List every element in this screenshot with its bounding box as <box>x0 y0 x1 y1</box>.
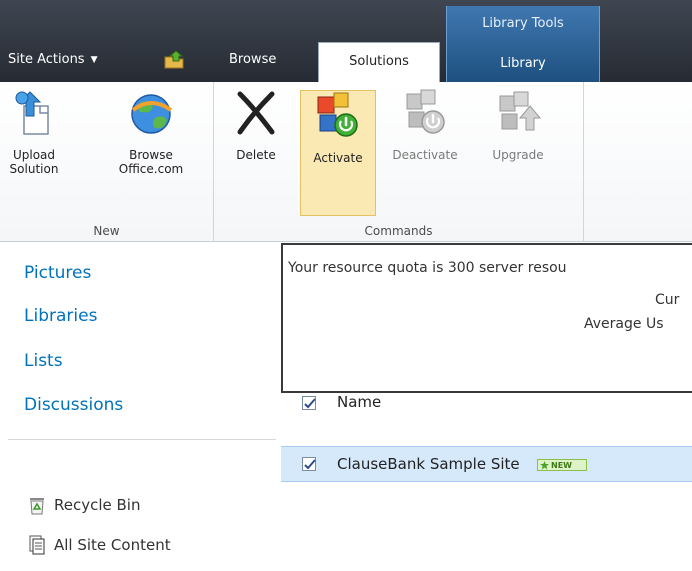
activate-label: Activate <box>313 151 363 165</box>
nav-divider <box>8 439 276 440</box>
tab-solutions[interactable]: Solutions <box>318 42 440 82</box>
tab-library[interactable]: Library <box>447 56 599 71</box>
delete-x-icon <box>237 91 275 135</box>
delete-label: Delete <box>236 148 276 162</box>
globe-icon <box>131 94 173 134</box>
upgrade-button[interactable]: Upgrade <box>486 88 550 162</box>
recycle-bin-link[interactable]: Recycle Bin <box>28 495 140 515</box>
nav-link-discussions[interactable]: Discussions <box>24 395 123 415</box>
nav-link-libraries[interactable]: Libraries <box>24 306 97 326</box>
ribbon-group-commands: Delete Activate Deactivate Upgrade Comma… <box>214 82 584 242</box>
row-checkbox[interactable] <box>302 457 316 471</box>
browse-label-line1: Browse <box>129 148 173 162</box>
upload-solution-icon <box>15 91 49 135</box>
quick-launch: Pictures Libraries Lists Discussions Rec… <box>0 243 280 571</box>
upload-label-line1: Upload <box>12 148 56 162</box>
select-all-checkbox[interactable] <box>302 396 316 410</box>
deactivate-button[interactable]: Deactivate <box>384 88 466 162</box>
top-bar: Site Actions ▼ Browse Solutions Library … <box>0 0 692 82</box>
table-row[interactable]: ClauseBank Sample Site NEW <box>281 446 692 482</box>
delete-button[interactable]: Delete <box>226 88 286 162</box>
all-site-content-link[interactable]: All Site Content <box>28 535 171 555</box>
quota-text-line2: Cur <box>655 292 680 308</box>
new-badge: NEW <box>537 459 587 471</box>
browse-office-button[interactable]: Browse Office.com <box>96 88 206 176</box>
group-label-commands: Commands <box>364 224 433 238</box>
upload-label-line2: Solution <box>9 162 59 176</box>
browse-label-line2: Office.com <box>118 162 184 176</box>
column-header-name[interactable]: Name <box>337 393 381 411</box>
tab-browse[interactable]: Browse <box>229 52 276 67</box>
navigate-up-icon[interactable] <box>163 49 185 69</box>
deactivate-label: Deactivate <box>392 148 458 162</box>
activate-button[interactable]: Activate <box>300 90 376 216</box>
chevron-down-icon: ▼ <box>90 54 98 65</box>
upload-solution-button[interactable]: Upload Solution <box>2 88 66 176</box>
check-icon <box>304 398 316 409</box>
ribbon: Upload Solution Browse Office.com New De… <box>0 82 692 242</box>
library-tools-group: Library Tools Library <box>446 6 600 82</box>
site-content-icon <box>29 535 45 555</box>
recycle-bin-label: Recycle Bin <box>54 496 141 514</box>
deactivate-icon <box>406 89 445 134</box>
quota-text-line3: Average Us <box>584 316 664 332</box>
quota-text-line1: Your resource quota is 300 server resou <box>288 260 567 276</box>
site-actions-label: Site Actions <box>8 52 85 67</box>
recycle-bin-icon <box>30 498 44 515</box>
activate-icon <box>317 92 358 137</box>
new-badge-label: NEW <box>551 460 572 470</box>
all-site-content-label: All Site Content <box>54 536 171 554</box>
solution-name-link[interactable]: ClauseBank Sample Site <box>337 455 520 473</box>
list-header: Name <box>281 368 692 411</box>
nav-link-pictures[interactable]: Pictures <box>24 263 91 283</box>
upgrade-icon <box>499 91 542 131</box>
nav-link-lists[interactable]: Lists <box>24 351 63 371</box>
library-tools-label: Library Tools <box>482 16 564 31</box>
group-label-new: New <box>93 224 120 238</box>
site-actions-menu[interactable]: Site Actions ▼ <box>8 52 98 67</box>
check-icon <box>304 459 316 470</box>
ribbon-group-new: Upload Solution Browse Office.com New <box>0 82 214 242</box>
new-star-icon <box>540 460 549 469</box>
upgrade-label: Upgrade <box>492 148 544 162</box>
